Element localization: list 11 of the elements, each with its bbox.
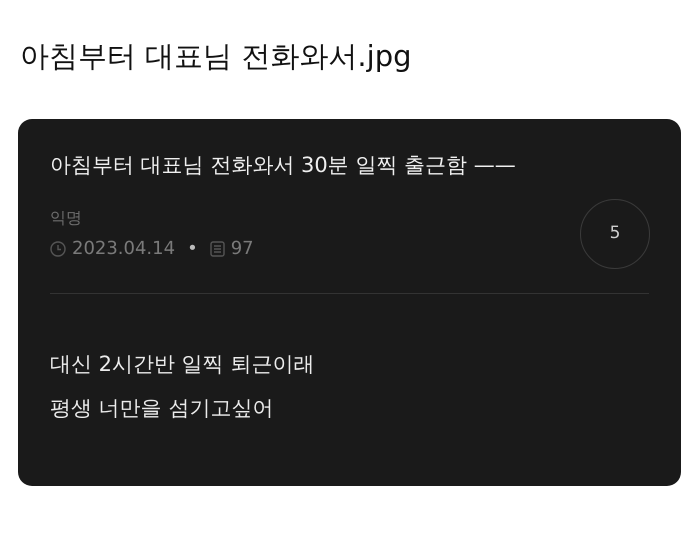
body-text-line: 평생 너만을 섬기고싶어 <box>50 395 274 422</box>
author-name: 익명 <box>50 207 82 229</box>
separator-dot: • <box>186 237 199 261</box>
view-count: 97 <box>230 237 254 261</box>
body-text-line: 대신 2시간반 일찍 퇴근이래 <box>50 351 314 378</box>
comment-count: 5 <box>580 199 650 269</box>
post-title: 아침부터 대표님 전화와서 30분 일찍 출근함 —— <box>50 152 517 179</box>
post-date: 2023.04.14 <box>72 237 176 261</box>
clock-icon <box>50 241 66 257</box>
page-title: 아침부터 대표님 전화와서.jpg <box>19 38 413 75</box>
document-icon <box>210 241 225 257</box>
